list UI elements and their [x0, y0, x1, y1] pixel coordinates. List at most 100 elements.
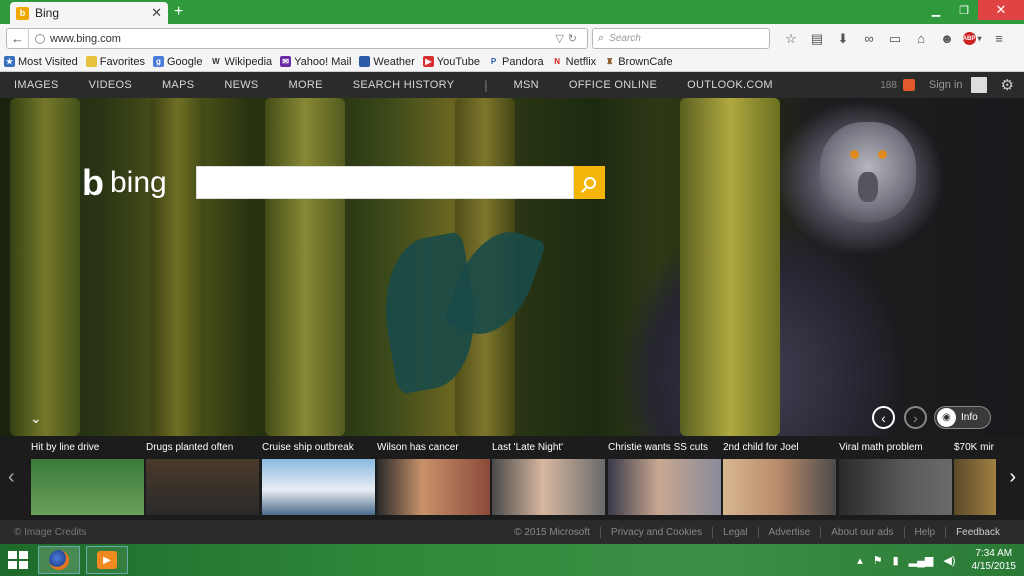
mask-icon[interactable]: ∞ [856, 29, 882, 48]
dropdown-icon[interactable]: ▽ [555, 33, 567, 45]
news-item[interactable]: Hit by line drive [31, 442, 144, 515]
sign-in-link[interactable]: Sign in [929, 79, 963, 91]
url-text[interactable]: www.bing.com [50, 33, 555, 45]
footer-legal-link[interactable]: Legal [712, 526, 757, 538]
bookmarks-list-icon[interactable]: ▤ [804, 29, 830, 48]
footer-copyright: © 2015 Microsoft [514, 526, 590, 538]
next-image-button[interactable]: › [904, 406, 927, 429]
bookmark-browncafe[interactable]: ♜ BrownCafe [604, 56, 673, 68]
footer-help-link[interactable]: Help [903, 526, 946, 538]
rewards-points[interactable]: 188 [880, 80, 897, 91]
footer-links: © 2015 Microsoft Privacy and Cookies Leg… [504, 526, 1010, 538]
flag-icon[interactable]: ⚑ [873, 554, 883, 567]
bamboo-stalk [680, 98, 780, 436]
adblock-icon[interactable]: ABP ▾ [960, 29, 986, 48]
rewards-medal-icon[interactable] [902, 79, 915, 91]
new-tab-button[interactable]: + [174, 3, 183, 21]
nav-videos[interactable]: VIDEOS [89, 79, 132, 91]
bing-logo[interactable]: b bing [82, 162, 167, 204]
bookmark-wikipedia[interactable]: W Wikipedia [210, 56, 272, 68]
bookmark-favorites[interactable]: Favorites [85, 56, 145, 68]
gear-icon[interactable]: ⚙ [1001, 76, 1014, 94]
bookmark-weather[interactable]: Weather [359, 56, 415, 68]
bing-search-button[interactable] [574, 166, 605, 199]
search-icon: ⌕ [598, 32, 605, 44]
reload-icon[interactable]: ↻ [568, 33, 581, 45]
footer-privacy-link[interactable]: Privacy and Cookies [599, 526, 712, 538]
home-icon[interactable]: ⌂ [908, 29, 934, 48]
previous-image-button[interactable]: ‹ [872, 406, 895, 429]
tab-bing[interactable]: b Bing ✕ [10, 2, 168, 24]
nav-news[interactable]: NEWS [224, 79, 258, 91]
bing-logo-text: bing [110, 166, 167, 199]
nav-maps[interactable]: MAPS [162, 79, 194, 91]
news-thumbnail [31, 459, 144, 515]
taskbar-firefox[interactable] [38, 546, 80, 574]
bookmark-youtube[interactable]: ▶ YouTube [422, 56, 480, 68]
window-icon[interactable]: ▭ [882, 29, 908, 48]
news-item[interactable]: Drugs planted often [146, 442, 259, 515]
news-item[interactable]: Viral math problem [839, 442, 952, 515]
avatar[interactable] [970, 77, 987, 93]
footer-feedback-link[interactable]: Feedback [945, 526, 1010, 538]
taskbar-media-player[interactable]: ▶ [86, 546, 128, 574]
bookmark-pandora[interactable]: P Pandora [488, 56, 544, 68]
folder-icon [85, 56, 97, 67]
signal-icon[interactable]: ▂▄▆ [909, 554, 934, 567]
windows-start-icon[interactable] [8, 551, 28, 569]
bamboo-stalk [265, 98, 345, 436]
nav-more[interactable]: MORE [289, 79, 323, 91]
toolbar-icons: ☆ ▤ ⬇ ∞ ▭ ⌂ ☻ ABP ▾ ≡ [778, 29, 1012, 48]
bamboo-stalk [150, 98, 205, 436]
news-item[interactable]: Last 'Late Night' [492, 442, 605, 515]
navigation-toolbar: ← www.bing.com ▽↻ ⌕ Search ☆ ▤ ⬇ ∞ ▭ ⌂ ☻… [0, 24, 1024, 52]
news-item[interactable]: Wilson has cancer [377, 442, 490, 515]
tray-up-arrow-icon[interactable]: ▴ [857, 554, 863, 567]
bookmark-netflix[interactable]: N Netflix [552, 56, 596, 68]
bookmark-google[interactable]: g Google [152, 56, 202, 68]
info-button[interactable]: ◉ Info [934, 406, 991, 429]
url-bar[interactable]: ← www.bing.com ▽↻ [6, 28, 588, 49]
nav-images[interactable]: IMAGES [14, 79, 59, 91]
menu-icon[interactable]: ≡ [986, 29, 1012, 48]
chevron-down-icon[interactable]: ⌄ [30, 410, 42, 427]
window-close-button[interactable]: ✕ [978, 0, 1024, 20]
bookmark-most-visited[interactable]: ★ Most Visited [4, 56, 78, 68]
carousel-next-icon[interactable]: › [1009, 466, 1016, 489]
news-item[interactable]: 2nd child for Joel [723, 442, 836, 515]
monkey-eye [878, 150, 887, 159]
window-controls: ▁ ❐ ✕ [922, 0, 1024, 20]
search-input[interactable]: ⌕ Search [592, 28, 770, 49]
bookmark-star-icon[interactable]: ☆ [778, 29, 804, 48]
footer-advertise-link[interactable]: Advertise [757, 526, 821, 538]
minimize-button[interactable]: ▁ [922, 0, 950, 20]
news-item[interactable]: Cruise ship outbreak [262, 442, 375, 515]
url-actions[interactable]: ▽↻ [555, 32, 587, 45]
nav-search-history[interactable]: SEARCH HISTORY [353, 79, 455, 91]
news-thumbnail [954, 459, 996, 515]
bing-search-input[interactable] [196, 166, 574, 199]
downloads-icon[interactable]: ⬇ [830, 29, 856, 48]
bing-logo-icon: b [82, 162, 104, 203]
chat-icon[interactable]: ☻ [934, 29, 960, 48]
bookmark-yahoo-mail[interactable]: ✉ Yahoo! Mail [280, 56, 351, 68]
battery-icon[interactable]: ▮ [893, 554, 899, 567]
nav-outlook[interactable]: OUTLOOK.COM [687, 79, 773, 91]
wikipedia-icon: W [212, 57, 220, 66]
news-item[interactable]: Christie wants SS cuts [608, 442, 721, 515]
tab-close-icon[interactable]: ✕ [151, 5, 162, 21]
tab-title: Bing [35, 6, 60, 20]
taskbar-clock[interactable]: 7:34 AM 4/15/2015 [972, 547, 1017, 573]
news-item[interactable]: $70K mir [954, 442, 996, 515]
carousel-prev-icon[interactable]: ‹ [8, 466, 15, 489]
footer-about-ads-link[interactable]: About our ads [820, 526, 903, 538]
volume-icon[interactable]: ◀) [943, 554, 955, 567]
nav-msn[interactable]: MSN [513, 79, 538, 91]
news-carousel: ‹ Hit by line drive Drugs planted often … [0, 436, 1024, 520]
back-button[interactable]: ← [7, 28, 29, 49]
maximize-button[interactable]: ❐ [950, 0, 978, 20]
nav-office-online[interactable]: OFFICE ONLINE [569, 79, 657, 91]
news-thumbnail [262, 459, 375, 515]
image-credits-link[interactable]: © Image Credits [14, 527, 504, 538]
search-placeholder: Search [609, 33, 641, 44]
